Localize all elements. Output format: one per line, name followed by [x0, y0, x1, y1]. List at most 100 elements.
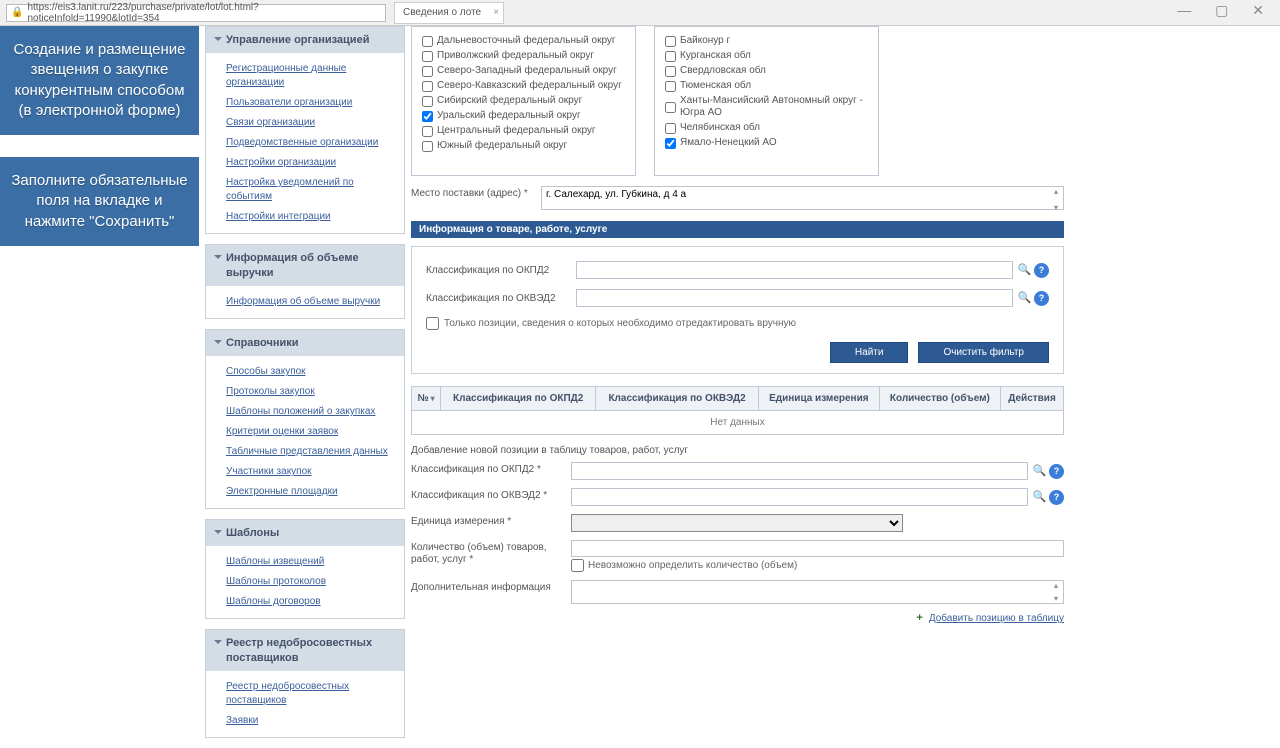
nav-link[interactable]: Протоколы закупок — [206, 382, 404, 402]
search-icon[interactable]: 🔍 — [1032, 464, 1047, 479]
table-header[interactable]: Классификация по ОКВЭД2 — [596, 387, 759, 411]
find-button[interactable]: Найти — [830, 342, 909, 363]
region-item[interactable]: Ханты-Мансийский Автономный округ - Югра… — [665, 95, 868, 119]
url-bar[interactable]: 🔒 https://eis3.lanit.ru/223/purchase/pri… — [6, 4, 386, 22]
nav-link[interactable]: Настройки интеграции — [206, 207, 404, 227]
table-empty: Нет данных — [412, 411, 1064, 435]
scrollbar[interactable]: ▴▾ — [1049, 187, 1063, 212]
add-unit-select[interactable] — [571, 514, 903, 532]
scrollbar[interactable]: ▴▾ — [1049, 581, 1063, 603]
browser-tab[interactable]: Сведения о лоте × — [394, 2, 504, 24]
window-controls[interactable]: — ▢ ✕ — [1177, 2, 1274, 19]
nav-link[interactable]: Участники закупок — [206, 462, 404, 482]
nav-link[interactable]: Шаблоны извещений — [206, 552, 404, 572]
nav-link[interactable]: Пользователи организации — [206, 93, 404, 113]
region-item[interactable]: Северо-Западный федеральный округ — [422, 65, 625, 77]
add-extra-input[interactable] — [571, 580, 1064, 604]
region-item[interactable]: Курганская обл — [665, 50, 868, 62]
region-checkbox[interactable] — [665, 51, 676, 62]
nav-section-title[interactable]: Справочники — [206, 330, 404, 356]
nav-link[interactable]: Способы закупок — [206, 362, 404, 382]
clear-filter-button[interactable]: Очистить фильтр — [918, 342, 1049, 363]
region-box-right: Байконур г Курганская обл Свердловская обл… — [654, 26, 879, 176]
region-item[interactable]: Уральский федеральный округ — [422, 110, 625, 122]
add-okpd2-label: Классификация по ОКПД2 * — [411, 462, 571, 476]
region-checkbox[interactable] — [665, 81, 676, 92]
search-icon[interactable]: 🔍 — [1017, 263, 1032, 278]
filter-okpd2-input[interactable] — [576, 261, 1013, 279]
table-header[interactable]: Действия — [1001, 387, 1064, 411]
nav-section-title[interactable]: Шаблоны — [206, 520, 404, 546]
help-icon[interactable]: ? — [1034, 291, 1049, 306]
region-checkbox[interactable] — [665, 123, 676, 134]
region-checkbox[interactable] — [422, 66, 433, 77]
region-checkbox[interactable] — [422, 51, 433, 62]
add-position-link[interactable]: Добавить позицию в таблицу — [929, 613, 1064, 624]
nav-link[interactable]: Реестр недобросовестных поставщиков — [206, 677, 404, 711]
region-item[interactable]: Северо-Кавказский федеральный округ — [422, 80, 625, 92]
nav-link[interactable]: Связи организации — [206, 113, 404, 133]
help-icon[interactable]: ? — [1049, 464, 1064, 479]
table-header[interactable]: Количество (объем) — [879, 387, 1000, 411]
nav-link[interactable]: Информация об объеме выручки — [206, 292, 404, 312]
region-item[interactable]: Приволжский федеральный округ — [422, 50, 625, 62]
nav-section: Управление организацией Регистрационные д… — [205, 26, 405, 234]
nav-link[interactable]: Заявки — [206, 711, 404, 731]
add-okved2-input[interactable] — [571, 488, 1028, 506]
region-checkbox[interactable] — [422, 96, 433, 107]
table-header[interactable]: Единица измерения — [758, 387, 879, 411]
region-item[interactable]: Южный федеральный округ — [422, 140, 625, 152]
add-unit-label: Единица измерения * — [411, 514, 571, 528]
nav-link[interactable]: Критерии оценки заявок — [206, 422, 404, 442]
nav-section-title[interactable]: Реестр недобросовестных поставщиков — [206, 630, 404, 671]
add-qty-na-checkbox[interactable] — [571, 559, 584, 572]
close-icon[interactable]: × — [493, 7, 499, 18]
nav-link[interactable]: Табличные представления данных — [206, 442, 404, 462]
nav-section: Шаблоны Шаблоны извещенийШаблоны протокол… — [205, 519, 405, 619]
nav-link[interactable]: Регистрационные данные организации — [206, 59, 404, 93]
region-item[interactable]: Центральный федеральный округ — [422, 125, 625, 137]
region-item[interactable]: Свердловская обл — [665, 65, 868, 77]
region-item[interactable]: Дальневосточный федеральный округ — [422, 35, 625, 47]
region-checkbox[interactable] — [665, 102, 676, 113]
sort-icon[interactable]: ▾ — [431, 394, 435, 403]
delivery-input[interactable] — [541, 186, 1064, 210]
region-item[interactable]: Байконур г — [665, 35, 868, 47]
region-checkbox[interactable] — [422, 141, 433, 152]
region-label: Свердловская обл — [680, 65, 766, 77]
region-item[interactable]: Тюменская обл — [665, 80, 868, 92]
nav-link[interactable]: Подведомственные организации — [206, 133, 404, 153]
search-icon[interactable]: 🔍 — [1017, 291, 1032, 306]
help-icon[interactable]: ? — [1049, 490, 1064, 505]
region-item[interactable]: Сибирский федеральный округ — [422, 95, 625, 107]
nav-link[interactable]: Настройка уведомлений по событиям — [206, 173, 404, 207]
nav-section: Реестр недобросовестных поставщиков Реест… — [205, 629, 405, 738]
region-checkbox[interactable] — [665, 36, 676, 47]
help-icon[interactable]: ? — [1034, 263, 1049, 278]
add-qty-input[interactable] — [571, 540, 1064, 557]
region-checkbox[interactable] — [665, 138, 676, 149]
region-checkbox[interactable] — [422, 36, 433, 47]
region-label: Северо-Западный федеральный округ — [437, 65, 617, 77]
nav-link[interactable]: Электронные площадки — [206, 482, 404, 502]
region-checkbox[interactable] — [422, 111, 433, 122]
nav-link[interactable]: Шаблоны положений о закупках — [206, 402, 404, 422]
add-okved2-label: Классификация по ОКВЭД2 * — [411, 488, 571, 502]
filter-onlyedit-checkbox[interactable] — [426, 317, 439, 330]
nav-link[interactable]: Настройки организации — [206, 153, 404, 173]
nav-section-title[interactable]: Управление организацией — [206, 27, 404, 53]
region-checkbox[interactable] — [422, 126, 433, 137]
search-icon[interactable]: 🔍 — [1032, 490, 1047, 505]
nav-link[interactable]: Шаблоны протоколов — [206, 572, 404, 592]
nav-section-title[interactable]: Информация об объеме выручки — [206, 245, 404, 286]
nav-link[interactable]: Шаблоны договоров — [206, 592, 404, 612]
filter-okved2-input[interactable] — [576, 289, 1013, 307]
table-header[interactable]: №▾ — [412, 387, 441, 411]
delivery-label: Место поставки (адрес) * — [411, 186, 541, 200]
region-item[interactable]: Ямало-Ненецкий АО — [665, 137, 868, 149]
region-checkbox[interactable] — [665, 66, 676, 77]
add-okpd2-input[interactable] — [571, 462, 1028, 480]
region-item[interactable]: Челябинская обл — [665, 122, 868, 134]
table-header[interactable]: Классификация по ОКПД2 — [441, 387, 596, 411]
region-checkbox[interactable] — [422, 81, 433, 92]
